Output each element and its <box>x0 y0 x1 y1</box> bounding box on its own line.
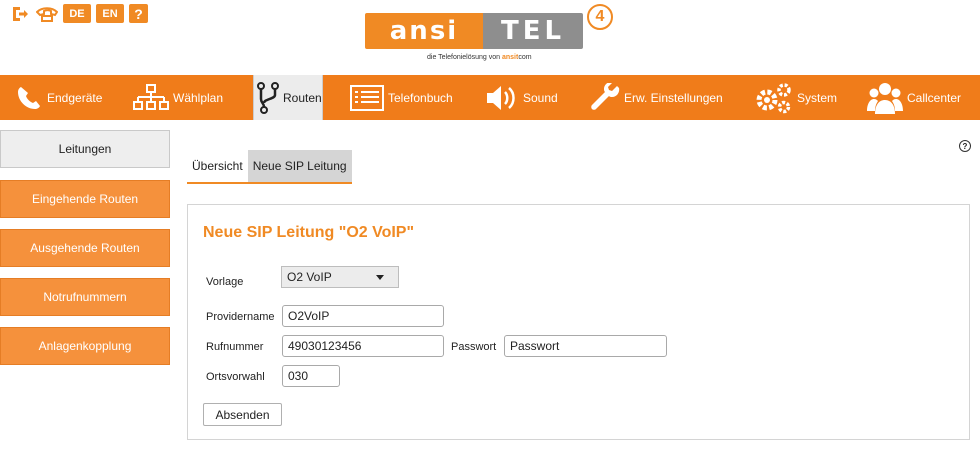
rufnummer-label: Rufnummer <box>206 341 264 353</box>
people-icon <box>867 81 903 115</box>
nav-item-waehlplan[interactable]: Wählplan <box>133 75 243 120</box>
sidebar-item-leitungen[interactable]: Leitungen <box>0 130 170 168</box>
logo-tagline: die Telefonielösung von ansitcom <box>427 54 532 61</box>
nav-item-system[interactable]: System <box>755 75 855 120</box>
sip-line-form-panel: Neue SIP Leitung "O2 VoIP" Vorlage O2 Vo… <box>187 204 970 440</box>
hierarchy-icon <box>133 83 169 113</box>
vorlage-label: Vorlage <box>206 276 244 288</box>
ortsvorwahl-label: Ortsvorwahl <box>206 371 265 383</box>
rufnummer-input[interactable] <box>282 335 444 357</box>
logo-version-badge: 4 <box>587 4 613 30</box>
nav-label: System <box>797 90 838 105</box>
logo-tagline-brand: ansit <box>502 54 519 61</box>
speaker-icon <box>485 84 519 112</box>
submit-button[interactable]: Absenden <box>203 403 282 426</box>
gears-icon <box>755 82 793 114</box>
nav-item-routen[interactable]: Routen <box>253 75 323 120</box>
passwort-label: Passwort <box>451 341 497 353</box>
providername-label: Providername <box>206 311 275 323</box>
lang-en-button[interactable]: EN <box>96 4 124 23</box>
nav-label: Endgeräte <box>47 90 103 105</box>
passwort-input[interactable] <box>504 335 667 357</box>
nav-label: Callcenter <box>907 90 962 105</box>
tab-neue-sip-leitung[interactable]: Neue SIP Leitung <box>247 150 352 182</box>
vorlage-select[interactable]: O2 VoIP <box>281 266 399 288</box>
nav-item-endgeraete[interactable]: Endgeräte <box>15 75 125 120</box>
tab-uebersicht[interactable]: Übersicht <box>187 150 248 182</box>
phonebook-list-icon <box>350 84 384 111</box>
logo-tagline-suffix: com <box>518 54 532 61</box>
providername-input[interactable] <box>282 305 444 327</box>
nav-label: Erw. Einstellungen <box>624 90 723 105</box>
nav-item-erw-einstellungen[interactable]: Erw. Einstellungen <box>590 75 740 120</box>
hangup-phone-icon[interactable] <box>36 4 58 23</box>
tab-bar: Übersicht Neue SIP Leitung <box>187 150 352 184</box>
nav-item-telefonbuch[interactable]: Telefonbuch <box>350 75 470 120</box>
top-toolbar: DE EN ? <box>9 4 148 23</box>
chevron-down-icon <box>376 275 384 280</box>
wrench-icon <box>590 82 620 113</box>
ansitel-logo: ansi TEL 4 die Telefonielösung von ansit… <box>363 4 618 70</box>
lang-de-button[interactable]: DE <box>63 4 91 23</box>
page-help-icon[interactable]: ? <box>959 140 971 152</box>
nav-label: Telefonbuch <box>388 90 453 105</box>
phone-icon <box>15 84 43 112</box>
sidebar-item-eingehende-routen[interactable]: Eingehende Routen <box>0 180 170 218</box>
logo-text-ansi: ansi <box>365 13 483 49</box>
nav-label: Sound <box>523 90 558 105</box>
sidebar-item-anlagenkopplung[interactable]: Anlagenkopplung <box>0 327 170 365</box>
logout-icon[interactable] <box>9 4 31 23</box>
sidebar-item-notrufnummern[interactable]: Notrufnummern <box>0 278 170 316</box>
nav-item-callcenter[interactable]: Callcenter <box>867 75 977 120</box>
help-icon[interactable]: ? <box>129 4 148 23</box>
form-title: Neue SIP Leitung "O2 VoIP" <box>203 224 415 241</box>
logo-wordmark: ansi TEL <box>365 13 583 49</box>
ortsvorwahl-input[interactable] <box>282 365 340 387</box>
logo-text-tel: TEL <box>483 13 583 49</box>
main-nav: Endgeräte Wählplan Routen Telefonbuch So… <box>0 75 980 120</box>
nav-label: Routen <box>283 90 322 105</box>
vorlage-selected-value: O2 VoIP <box>287 270 332 284</box>
logo-tagline-prefix: die Telefonielösung von <box>427 54 501 61</box>
sidebar-item-ausgehende-routen[interactable]: Ausgehende Routen <box>0 229 170 267</box>
nav-item-sound[interactable]: Sound <box>485 75 575 120</box>
nav-label: Wählplan <box>173 90 224 105</box>
route-fork-icon <box>257 81 279 114</box>
